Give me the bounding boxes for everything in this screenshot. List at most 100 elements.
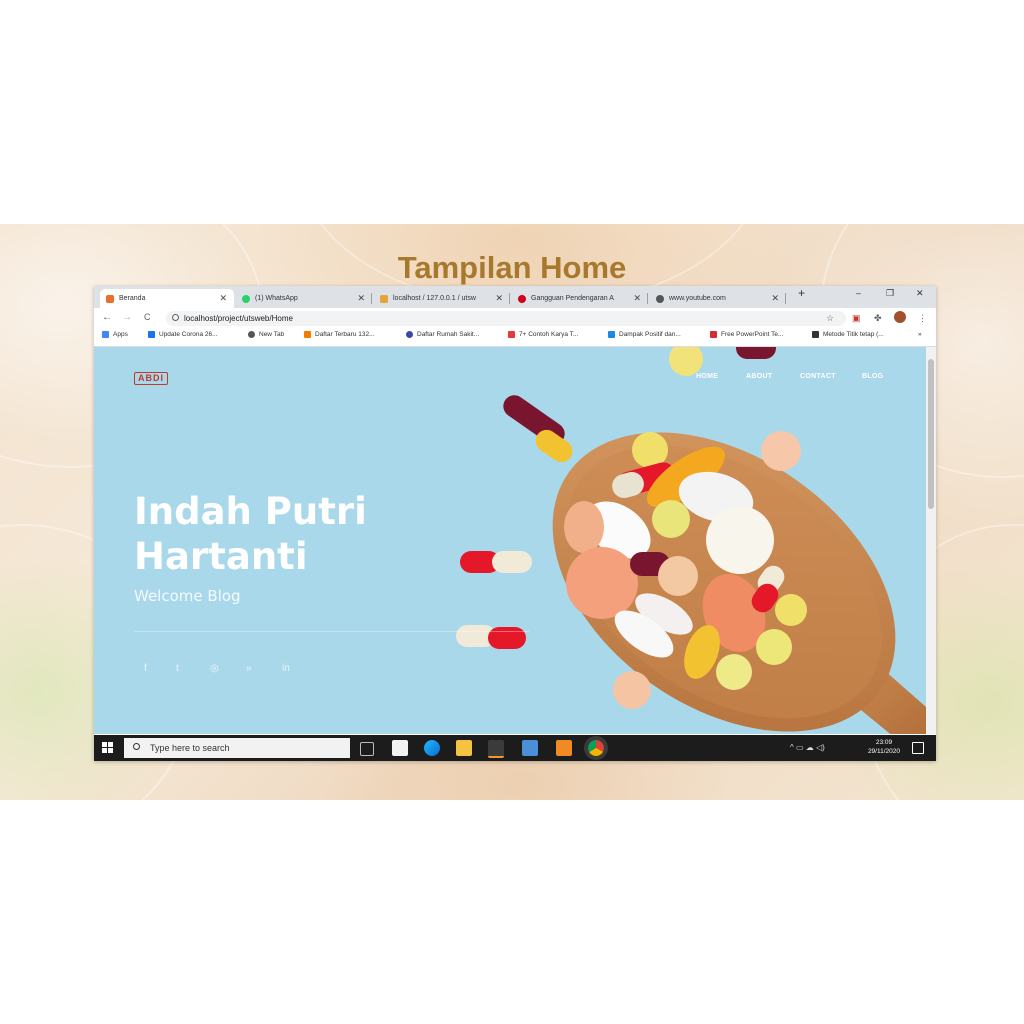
tab-favicon: [106, 294, 114, 303]
bookmark-icon: [710, 331, 717, 338]
bookmark-label: Update Corona 26...: [159, 331, 218, 338]
browser-window: Beranda ✕ (1) WhatsApp ✕ localhost / 127…: [94, 286, 936, 761]
bookmark-label: Metode Titik tetap (...: [823, 331, 884, 338]
close-tab-icon[interactable]: ✕: [633, 293, 641, 304]
tab-beranda[interactable]: Beranda ✕: [100, 289, 234, 308]
bookmark-icon: [148, 331, 155, 338]
bookmark-label: Free PowerPoint Te...: [721, 331, 784, 338]
edge-icon[interactable]: [424, 740, 440, 756]
bookmark-item[interactable]: Daftar Terbaru 132...: [304, 331, 375, 338]
bookmarks-more-button[interactable]: »: [918, 331, 922, 338]
bookmark-icon: [608, 331, 615, 338]
bookmark-item[interactable]: Free PowerPoint Te...: [710, 331, 783, 338]
bookmark-item[interactable]: Daftar Rumah Sakit...: [406, 331, 479, 338]
chrome-icon[interactable]: [588, 740, 604, 756]
tab-favicon: [380, 294, 388, 303]
facebook-icon[interactable]: f: [144, 663, 147, 674]
linkedin-icon[interactable]: in: [282, 663, 290, 674]
windows-taskbar: Type here to search ^ ▭ ☁ ◁) 23:09 29/11…: [94, 735, 936, 761]
forward-button[interactable]: →: [122, 312, 132, 323]
apps-icon: [102, 331, 109, 338]
hero-title: Indah Putri Hartanti: [134, 489, 367, 579]
tab-separator: [647, 293, 648, 304]
bookmark-label: Dampak Positif dan...: [619, 331, 681, 338]
hero-subtitle: Welcome Blog: [134, 587, 241, 605]
dribbble-icon[interactable]: ◎: [210, 663, 219, 674]
close-tab-icon[interactable]: ✕: [219, 293, 227, 304]
bookmark-label: Daftar Rumah Sakit...: [417, 331, 480, 338]
puzzle-icon[interactable]: ✤: [874, 313, 882, 324]
tab-whatsapp[interactable]: (1) WhatsApp ✕: [236, 289, 372, 308]
bookmark-apps[interactable]: Apps: [102, 331, 128, 338]
twitter-icon[interactable]: t: [176, 663, 179, 674]
hero-title-line2: Hartanti: [134, 535, 308, 578]
tab-label: Gangguan Pendengaran A: [531, 295, 614, 302]
info-icon[interactable]: [172, 314, 179, 321]
taskbar-search-input[interactable]: Type here to search: [124, 738, 350, 758]
url-input[interactable]: localhost/project/utsweb/Home: [166, 311, 846, 326]
search-placeholder: Type here to search: [150, 743, 230, 753]
bookmark-item[interactable]: Metode Titik tetap (...: [812, 331, 884, 338]
page-scrollbar[interactable]: [926, 347, 936, 734]
bookmark-label: New Tab: [259, 331, 285, 338]
slide: Tampilan Home Beranda ✕ (1) WhatsApp ✕ l…: [0, 224, 1024, 800]
nav-contact[interactable]: CONTACT: [800, 373, 836, 380]
bookmark-icon: [812, 331, 819, 338]
tab-localhost[interactable]: localhost / 127.0.0.1 / utsw ✕: [374, 289, 510, 308]
tab-gangguan[interactable]: Gangguan Pendengaran A ✕: [512, 289, 648, 308]
clock-time: 23:09: [875, 739, 893, 746]
nav-blog[interactable]: BLOG: [862, 373, 883, 380]
bookmark-label: 7+ Contoh Karya T...: [519, 331, 579, 338]
tab-youtube[interactable]: www.youtube.com ✕: [650, 289, 786, 308]
bookmark-item[interactable]: 7+ Contoh Karya T...: [508, 331, 578, 338]
back-button[interactable]: ←: [102, 312, 112, 323]
store-icon[interactable]: [392, 740, 408, 756]
close-tab-icon[interactable]: ✕: [495, 293, 503, 304]
bookmark-label: Apps: [113, 331, 128, 338]
menu-icon[interactable]: ⋮: [918, 313, 927, 324]
restore-button[interactable]: ❐: [886, 288, 894, 299]
extension-icon[interactable]: ▣: [852, 313, 861, 324]
close-window-button[interactable]: ✕: [916, 288, 924, 299]
file-explorer-icon[interactable]: [456, 740, 472, 756]
avatar[interactable]: [894, 311, 906, 323]
notification-icon[interactable]: [912, 742, 924, 754]
windows-start-icon[interactable]: [102, 742, 113, 753]
task-view-icon[interactable]: [360, 742, 374, 756]
search-icon: [133, 743, 140, 750]
divider: [134, 631, 529, 632]
nav-about[interactable]: ABOUT: [746, 373, 772, 380]
tab-favicon: [518, 294, 526, 303]
bookmark-icon: [406, 331, 413, 338]
site-logo[interactable]: ABDI: [134, 372, 168, 385]
reload-button[interactable]: C: [144, 312, 151, 322]
taskbar-clock[interactable]: 23:09 29/11/2020: [868, 738, 900, 756]
bookmark-item[interactable]: Update Corona 26...: [148, 331, 218, 338]
bookmark-item[interactable]: Dampak Positif dan...: [608, 331, 681, 338]
star-icon[interactable]: ☆: [826, 313, 834, 324]
url-text: localhost/project/utsweb/Home: [184, 314, 293, 323]
tab-favicon: [242, 294, 250, 303]
globe-icon: [248, 331, 255, 338]
minimize-button[interactable]: –: [856, 288, 861, 298]
close-tab-icon[interactable]: ✕: [357, 293, 365, 304]
nav-home[interactable]: HOME: [696, 373, 718, 380]
slide-title: Tampilan Home: [397, 250, 627, 285]
tab-separator: [785, 293, 786, 304]
system-tray[interactable]: ^ ▭ ☁ ◁): [790, 743, 825, 752]
bookmark-icon: [508, 331, 515, 338]
mail-icon[interactable]: [522, 740, 538, 756]
rss-icon[interactable]: »: [246, 663, 252, 674]
tab-label: localhost / 127.0.0.1 / utsw: [393, 295, 476, 302]
clock-date: 29/11/2020: [867, 748, 900, 755]
xampp-icon[interactable]: [556, 740, 572, 756]
scrollbar-thumb[interactable]: [928, 359, 934, 509]
new-tab-button[interactable]: +: [798, 286, 805, 300]
bookmark-item[interactable]: New Tab: [248, 331, 284, 338]
sublime-text-icon[interactable]: [488, 740, 504, 758]
address-bar-row: ← → C localhost/project/utsweb/Home ☆ ▣ …: [94, 308, 936, 329]
close-tab-icon[interactable]: ✕: [771, 293, 779, 304]
tab-separator: [371, 293, 372, 304]
bookmarks-bar: Apps Update Corona 26... New Tab Daftar …: [94, 329, 936, 347]
bookmark-icon: [304, 331, 311, 338]
